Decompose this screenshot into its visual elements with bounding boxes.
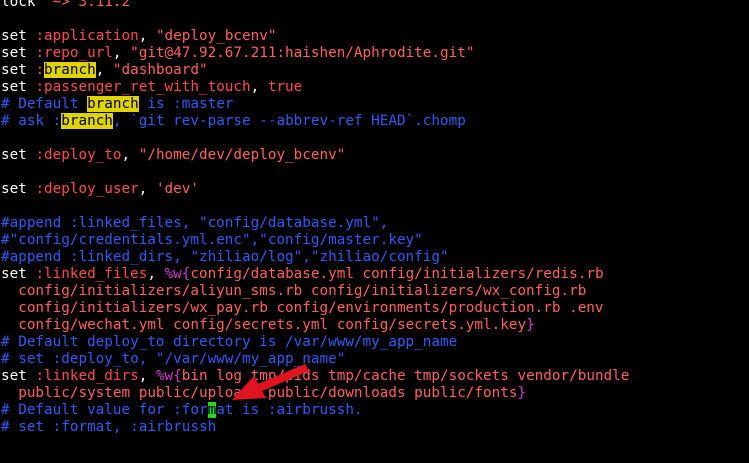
code-token: , <box>112 45 131 61</box>
code-string: "deploy_bcenv" <box>155 28 277 44</box>
code-comment: # set :format, :airbrussh <box>1 419 217 435</box>
code-token: :deploy_to <box>35 147 122 163</box>
code-token: , <box>121 147 139 163</box>
code-line: lock "~> 3.11.2" <box>0 0 749 11</box>
code-string: config/wechat.yml config/secrets.yml con… <box>1 317 527 333</box>
code-token: :linked_dirs <box>35 368 139 384</box>
code-string: "dashboard" <box>112 62 208 78</box>
code-line: # set :deploy_to, "/var/www/my_app_name" <box>0 351 749 368</box>
code-line: set :repo_url, "git@47.92.67.211:haishen… <box>0 45 749 62</box>
code-string: "/home/dev/deploy_bcenv" <box>138 147 346 163</box>
code-string: public/system public/uploads public/down… <box>1 385 518 401</box>
code-token: } <box>517 385 527 401</box>
code-line: # Default value for :format is :airbruss… <box>0 402 749 419</box>
code-token: set <box>1 62 36 78</box>
code-token: %w{ <box>164 266 191 282</box>
code-line: config/wechat.yml config/secrets.yml con… <box>0 317 749 334</box>
code-line: set :deploy_user, 'dev' <box>0 181 749 198</box>
search-highlight: branch <box>61 113 113 129</box>
code-token: set <box>1 147 36 163</box>
code-line: public/system public/uploads public/down… <box>0 385 749 402</box>
code-line: set :linked_files, %w{config/database.ym… <box>0 266 749 283</box>
code-token: :passenger_ret_with_touch <box>35 79 251 95</box>
code-token: , <box>95 62 113 78</box>
code-comment: is :master <box>138 96 234 112</box>
code-token: , <box>250 79 268 95</box>
code-line: set :application, "deploy_bcenv" <box>0 28 749 45</box>
code-line: config/initializers/aliyun_sms.rb config… <box>0 283 749 300</box>
terminal-editor[interactable]: lock "~> 3.11.2" set :application, "depl… <box>0 0 749 463</box>
code-comment: # Default value for :for <box>1 402 208 418</box>
code-token: set <box>1 368 36 384</box>
search-highlight: branch <box>87 96 139 112</box>
code-token: lock <box>1 0 45 10</box>
code-token: :repo_url <box>35 45 113 61</box>
code-line: config/initializers/wx_pay.rb config/env… <box>0 300 749 317</box>
code-line: #append :linked_files, "config/database.… <box>0 215 749 232</box>
code-token: , <box>138 28 156 44</box>
code-comment: # set :deploy_to, "/var/www/my_app_name" <box>1 351 346 367</box>
code-comment: , `git rev-parse --abbrev-ref HEAD`.chom… <box>112 113 466 129</box>
code-token: set <box>1 28 36 44</box>
code-comment: #append :linked_dirs, "zhiliao/log","zhi… <box>1 249 449 265</box>
code-token: :application <box>35 28 139 44</box>
code-comment: # ask : <box>1 113 62 129</box>
code-comment: # Default deploy_to directory is /var/ww… <box>1 334 458 350</box>
code-comment: # Default <box>1 96 88 112</box>
code-comment: #append :linked_files, "config/database.… <box>1 215 389 231</box>
code-line: # set :format, :airbrussh <box>0 419 749 436</box>
code-string: "git@47.92.67.211:haishen/Aphrodite.git" <box>130 45 475 61</box>
code-string: config/initializers/aliyun_sms.rb config… <box>1 283 587 299</box>
search-highlight: branch <box>44 62 96 78</box>
code-line: # Default branch is :master <box>0 96 749 113</box>
text-cursor: m <box>207 402 217 418</box>
code-token: set <box>1 45 36 61</box>
code-line: set :linked_dirs, %w{bin log tmp/pids tm… <box>0 368 749 385</box>
code-token: , <box>138 368 156 384</box>
code-comment: at is :airbrussh. <box>216 402 363 418</box>
code-line: # ask :branch, `git rev-parse --abbrev-r… <box>0 113 749 130</box>
code-string: config/database.yml config/initializers/… <box>190 266 604 282</box>
code-token: , <box>147 266 165 282</box>
code-token: } <box>526 317 535 333</box>
code-string: bin log tmp/pids tmp/cache tmp/sockets v… <box>181 368 630 384</box>
code-token: :deploy_user <box>35 181 139 197</box>
code-line: #append :linked_dirs, "zhiliao/log","zhi… <box>0 249 749 266</box>
code-line: #"config/credentials.yml.enc","config/ma… <box>0 232 749 249</box>
code-comment: #"config/credentials.yml.enc","config/ma… <box>1 232 423 248</box>
code-token: :linked_files <box>35 266 148 282</box>
code-token: true <box>267 79 303 95</box>
code-line: set :branch, "dashboard" <box>0 62 749 79</box>
code-token: , <box>138 181 156 197</box>
code-token: set <box>1 181 36 197</box>
code-token: : <box>35 62 45 78</box>
code-line: set :passenger_ret_with_touch, true <box>0 79 749 96</box>
code-token: %w{ <box>155 368 182 384</box>
code-line: # Default deploy_to directory is /var/ww… <box>0 334 749 351</box>
code-token: set <box>1 79 36 95</box>
code-string: config/initializers/wx_pay.rb config/env… <box>1 300 604 316</box>
code-string: "~> 3.11.2" <box>44 0 139 10</box>
code-token: set <box>1 266 36 282</box>
code-string: 'dev' <box>155 181 199 197</box>
code-line: set :deploy_to, "/home/dev/deploy_bcenv" <box>0 147 749 164</box>
